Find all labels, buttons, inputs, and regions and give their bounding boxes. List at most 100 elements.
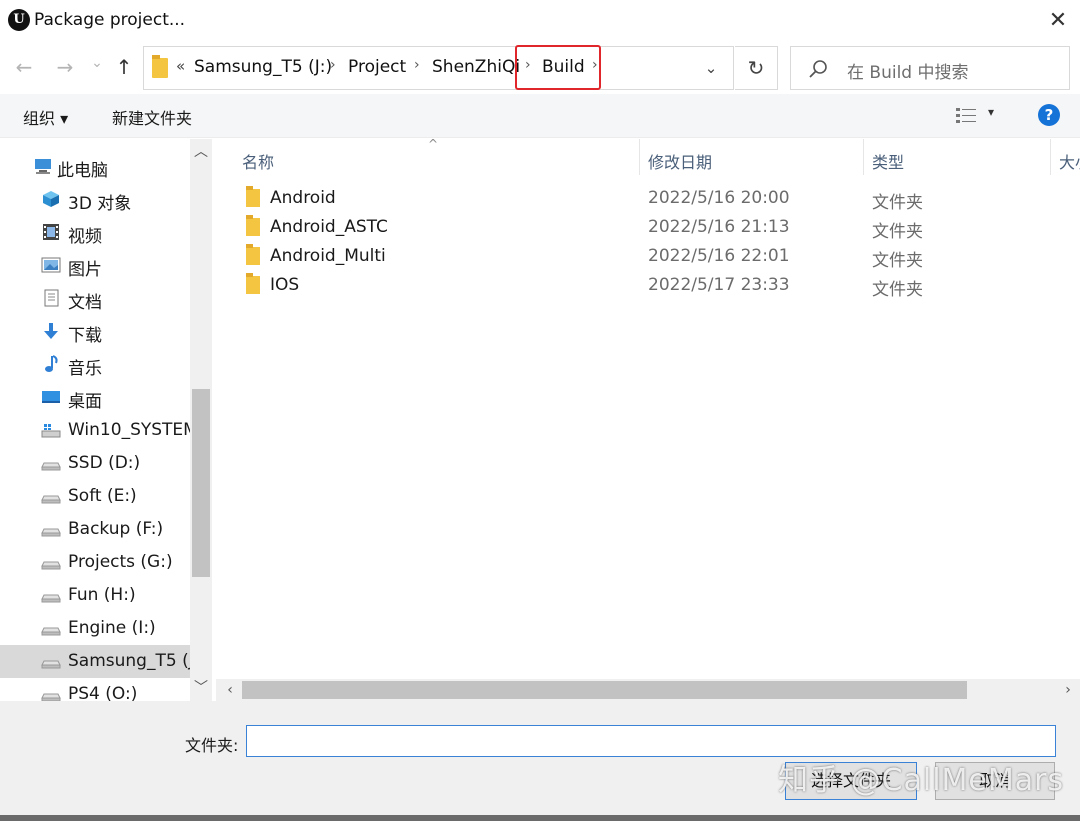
column-header-date[interactable]: 修改日期 xyxy=(648,149,712,173)
new-folder-button[interactable]: 新建文件夹 xyxy=(112,105,192,129)
folder-icon xyxy=(246,244,260,265)
3d-objects-icon xyxy=(43,191,59,207)
sidebar-item-projects[interactable]: Projects (G:) xyxy=(0,546,190,579)
file-type: 文件夹 xyxy=(872,280,923,300)
cancel-button[interactable]: 取消 xyxy=(935,762,1055,800)
sidebar-item-downloads[interactable]: 下载 xyxy=(0,315,190,348)
breadcrumb-separator[interactable]: › xyxy=(592,57,598,73)
sidebar-item-desktop[interactable]: 桌面 xyxy=(0,381,190,414)
sidebar-item-this-pc[interactable]: 此电脑 xyxy=(0,150,190,183)
folder-icon xyxy=(246,186,260,207)
help-icon[interactable]: ? xyxy=(1038,104,1060,126)
sidebar-item-documents[interactable]: 文档 xyxy=(0,282,190,315)
view-dropdown-chevron-icon[interactable]: ▾ xyxy=(988,105,994,119)
navigation-pane: 此电脑 3D 对象 视频 图片 文档 下载 音乐 桌面 Win10_SYSTEM… xyxy=(0,139,212,701)
breadcrumb-separator[interactable]: › xyxy=(414,57,420,73)
up-button[interactable]: ↑ xyxy=(111,54,137,80)
address-dropdown-button[interactable]: ⌄ xyxy=(700,57,722,79)
file-name: Android_Multi xyxy=(270,246,386,266)
sidebar-item-label: Soft (E:) xyxy=(68,486,137,506)
drive-icon xyxy=(41,627,61,636)
close-button[interactable]: ✕ xyxy=(1040,4,1076,38)
breadcrumb-separator[interactable]: › xyxy=(525,57,531,73)
breadcrumb-build[interactable]: Build xyxy=(542,57,585,77)
folder-icon xyxy=(246,273,260,294)
sidebar-item-label: Win10_SYSTEM xyxy=(68,420,198,440)
address-bar[interactable]: « Samsung_T5 (J:) › Project › ShenZhiQi … xyxy=(143,46,734,90)
breadcrumb-overflow[interactable]: « xyxy=(176,57,185,75)
forward-button[interactable]: → xyxy=(52,54,78,80)
sidebar-item-ssd[interactable]: SSD (D:) xyxy=(0,447,190,480)
breadcrumb-drive[interactable]: Samsung_T5 (J:) xyxy=(194,57,332,77)
toolbar: 组织 ▾ 新建文件夹 ▾ ? xyxy=(0,94,1080,138)
dialog-footer: 文件夹: 选择文件夹 取消 知乎 @CallMeMars xyxy=(0,701,1080,821)
documents-icon xyxy=(44,289,59,307)
column-divider[interactable] xyxy=(639,139,640,175)
sidebar-item-backup[interactable]: Backup (F:) xyxy=(0,513,190,546)
folder-name-input[interactable] xyxy=(246,725,1056,757)
sidebar-item-label: 音乐 xyxy=(68,359,102,379)
horizontal-scroll-thumb[interactable] xyxy=(242,681,967,699)
sidebar-item-label: 此电脑 xyxy=(57,161,108,181)
organize-button[interactable]: 组织 ▾ xyxy=(23,105,68,129)
sidebar-item-music[interactable]: 音乐 xyxy=(0,348,190,381)
select-folder-button[interactable]: 选择文件夹 xyxy=(785,762,917,800)
window-title: Package project... xyxy=(34,10,186,30)
system-drive-icon xyxy=(41,424,61,438)
computer-icon xyxy=(35,159,51,174)
sidebar-item-engine[interactable]: Engine (I:) xyxy=(0,612,190,645)
column-header-name[interactable]: 名称 xyxy=(242,149,274,173)
file-row[interactable]: Android 2022/5/16 20:00 文件夹 xyxy=(236,184,1076,213)
sidebar-item-label: SSD (D:) xyxy=(68,453,141,473)
refresh-button[interactable]: ↻ xyxy=(735,46,778,90)
scroll-down-chevron-icon[interactable]: ﹀ xyxy=(190,675,212,701)
column-header-type[interactable]: 类型 xyxy=(872,149,904,173)
sidebar-item-pictures[interactable]: 图片 xyxy=(0,249,190,282)
unreal-logo-icon: U xyxy=(8,9,30,31)
scroll-right-chevron-icon[interactable]: › xyxy=(1056,679,1080,701)
sidebar-item-win10-system[interactable]: Win10_SYSTEM xyxy=(0,414,198,447)
sidebar-item-ps4[interactable]: PS4 (O:) xyxy=(0,678,190,701)
sidebar-item-samsung-t5[interactable]: Samsung_T5 (J: xyxy=(0,645,199,678)
sidebar-item-label: Engine (I:) xyxy=(68,618,156,638)
drive-icon xyxy=(41,594,61,603)
desktop-icon xyxy=(42,391,60,403)
sidebar-item-fun[interactable]: Fun (H:) xyxy=(0,579,190,612)
video-icon xyxy=(43,224,59,240)
drive-icon xyxy=(41,660,61,669)
sidebar-item-soft[interactable]: Soft (E:) xyxy=(0,480,190,513)
drive-icon xyxy=(41,495,61,504)
file-date: 2022/5/16 20:00 xyxy=(648,188,790,208)
search-placeholder[interactable]: 在 Build 中搜索 xyxy=(847,58,968,83)
file-date: 2022/5/17 23:33 xyxy=(648,275,790,295)
horizontal-scrollbar[interactable]: ‹ › xyxy=(216,679,1080,701)
sidebar-item-3d-objects[interactable]: 3D 对象 xyxy=(0,183,190,216)
drive-icon xyxy=(41,462,61,471)
file-row[interactable]: Android_ASTC 2022/5/16 21:13 文件夹 xyxy=(236,213,1076,242)
recent-locations-button[interactable]: ⌄ xyxy=(84,50,110,76)
column-header-size[interactable]: 大小 xyxy=(1059,149,1080,173)
file-list: ^ 名称 修改日期 类型 大小 Android 2022/5/16 20:00 … xyxy=(216,139,1080,679)
column-divider[interactable] xyxy=(1050,139,1051,175)
sidebar-item-label: Backup (F:) xyxy=(68,519,164,539)
drive-icon xyxy=(41,528,61,537)
scroll-left-chevron-icon[interactable]: ‹ xyxy=(218,679,242,701)
column-divider[interactable] xyxy=(863,139,864,175)
sidebar-scroll-thumb[interactable] xyxy=(192,389,210,577)
view-options-icon[interactable] xyxy=(955,106,977,126)
file-row[interactable]: Android_Multi 2022/5/16 22:01 文件夹 xyxy=(236,242,1076,271)
file-row[interactable]: IOS 2022/5/17 23:33 文件夹 xyxy=(236,271,1076,300)
sidebar-scrollbar[interactable]: ︿ ﹀ xyxy=(190,139,212,701)
scroll-up-chevron-icon[interactable]: ︿ xyxy=(190,139,212,165)
breadcrumb-separator[interactable]: › xyxy=(330,57,336,73)
sidebar-item-label: 下载 xyxy=(68,326,102,346)
sidebar-item-label: Fun (H:) xyxy=(68,585,136,605)
file-name: Android_ASTC xyxy=(270,217,388,237)
back-button[interactable]: ← xyxy=(11,54,37,80)
sidebar-item-label: Samsung_T5 (J: xyxy=(68,651,200,671)
breadcrumb-shenzhiqi[interactable]: ShenZhiQi xyxy=(432,57,520,77)
drive-icon xyxy=(41,693,61,701)
sidebar-item-videos[interactable]: 视频 xyxy=(0,216,190,249)
breadcrumb-project[interactable]: Project xyxy=(348,57,406,77)
search-box[interactable]: 在 Build 中搜索 xyxy=(790,46,1070,90)
